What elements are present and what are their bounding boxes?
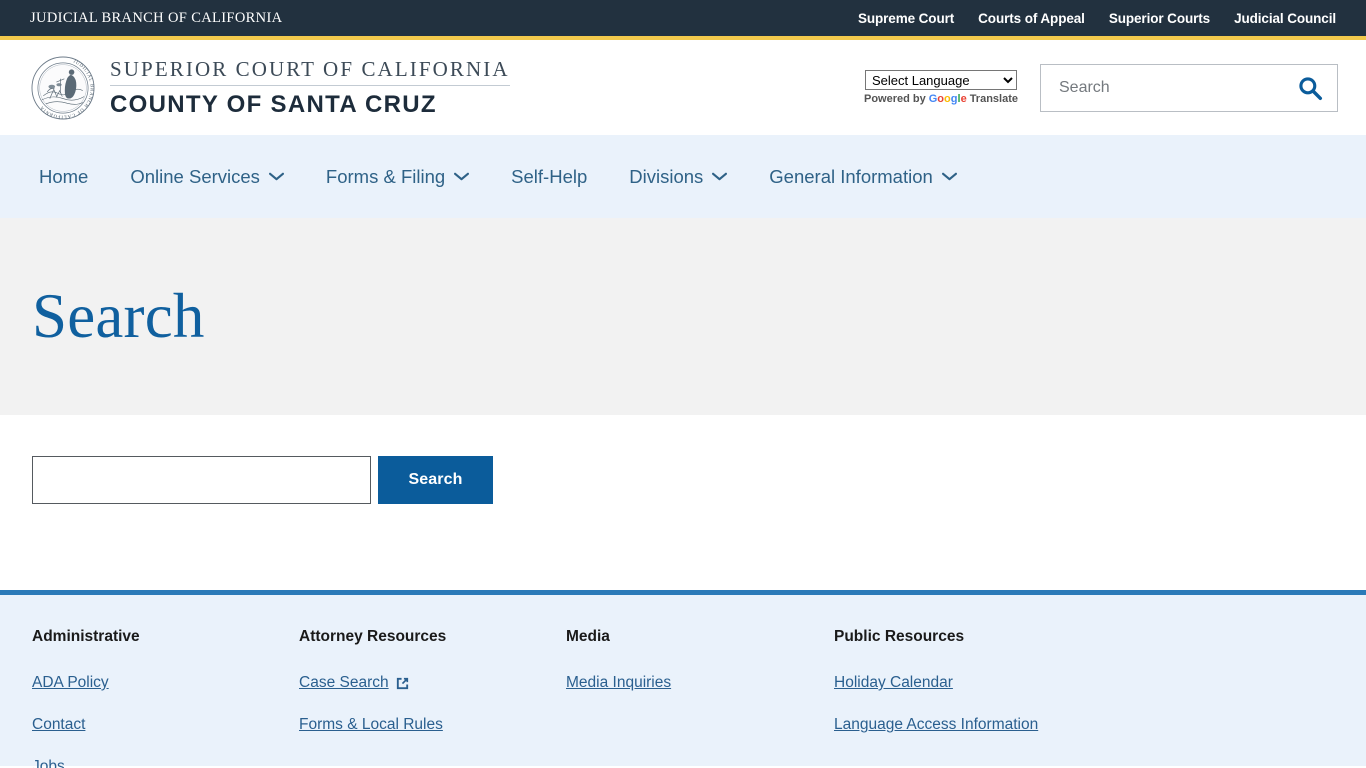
- powered-by-label: Powered by: [863, 93, 926, 105]
- footer-column-attorney-resources: Attorney Resources Case Search Forms & L…: [299, 628, 566, 766]
- powered-by-google-translate: Powered by Google Translate: [864, 93, 1018, 105]
- top-link-superior-courts[interactable]: Superior Courts: [1109, 11, 1210, 26]
- footer-heading-administrative: Administrative: [32, 628, 140, 645]
- footer-column-administrative: Administrative ADA Policy Contact Jobs: [32, 628, 299, 768]
- footer-link-forms-and-local-rules[interactable]: Forms & Local Rules: [299, 716, 443, 734]
- footer-link-holiday-calendar[interactable]: Holiday Calendar: [834, 674, 953, 692]
- main-navigation: Home Online Services Forms & Filing Self…: [0, 135, 1366, 218]
- google-translate-widget: Select Language Powered by Google Transl…: [864, 70, 1018, 105]
- footer-link-row: ADA Policy: [32, 674, 299, 716]
- site-logo-text: SUPERIOR COURT OF CALIFORNIA COUNTY OF S…: [110, 57, 510, 119]
- nav-item-forms-and-filing[interactable]: Forms & Filing: [305, 166, 490, 188]
- external-link-icon: [395, 676, 410, 691]
- nav-label-home: Home: [39, 165, 89, 187]
- footer-link-case-search-label: Case Search: [299, 674, 389, 691]
- chevron-down-icon: [268, 172, 284, 181]
- footer-link-contact[interactable]: Contact: [32, 716, 85, 734]
- footer-heading-attorney-resources: Attorney Resources: [299, 628, 447, 645]
- nav-item-self-help[interactable]: Self-Help: [490, 166, 608, 188]
- footer-link-row: Media Inquiries: [566, 674, 834, 716]
- page-hero: Search: [0, 218, 1366, 415]
- search-submit-button[interactable]: Search: [378, 456, 493, 504]
- footer-link-case-search[interactable]: Case Search: [299, 674, 410, 692]
- chevron-down-icon: [454, 172, 470, 181]
- top-utility-links: Supreme Court Courts of Appeal Superior …: [858, 11, 1336, 26]
- nav-label-divisions: Divisions: [629, 165, 704, 187]
- footer-link-language-access-information[interactable]: Language Access Information: [834, 716, 1038, 734]
- page-title: Search: [32, 281, 205, 351]
- judicial-branch-wordmark: JUDICIAL BRANCH OF CALIFORNIA: [30, 9, 283, 26]
- chevron-down-icon: [941, 172, 957, 181]
- top-link-courts-of-appeal[interactable]: Courts of Appeal: [978, 11, 1085, 26]
- footer-column-public-resources: Public Resources Holiday Calendar Langua…: [834, 628, 1101, 766]
- court-seal-icon: JUDICIAL BRANCH OF CALIFORNIA: [30, 55, 96, 121]
- nav-label-self-help: Self-Help: [511, 165, 588, 187]
- nav-label-forms-and-filing: Forms & Filing: [325, 165, 446, 187]
- nav-item-divisions[interactable]: Divisions: [608, 166, 748, 188]
- logo-county-line: COUNTY OF SANTA CRUZ: [110, 90, 437, 118]
- site-masthead: JUDICIAL BRANCH OF CALIFORNIA SUPERIOR C…: [0, 40, 1366, 135]
- header-search-box[interactable]: [1040, 63, 1338, 112]
- chevron-down-icon: [712, 172, 728, 181]
- search-icon[interactable]: [1297, 75, 1323, 101]
- google-wordmark: Google: [928, 93, 967, 105]
- search-query-input[interactable]: [32, 456, 371, 504]
- nav-label-online-services: Online Services: [130, 165, 260, 187]
- language-select[interactable]: Select Language: [864, 70, 1017, 90]
- site-logo[interactable]: JUDICIAL BRANCH OF CALIFORNIA SUPERIOR C…: [30, 55, 510, 121]
- nav-item-general-information[interactable]: General Information: [748, 166, 978, 188]
- footer-heading-public-resources: Public Resources: [834, 628, 965, 645]
- footer-column-media: Media Media Inquiries: [566, 628, 834, 766]
- footer-heading-media: Media: [566, 628, 610, 645]
- page-content: Search: [0, 415, 1366, 590]
- header-search-input[interactable]: [1057, 64, 1297, 111]
- site-footer: Administrative ADA Policy Contact Jobs A…: [0, 595, 1366, 768]
- footer-link-row: Language Access Information: [834, 716, 1101, 758]
- translate-label: Translate: [969, 93, 1018, 105]
- footer-link-jobs[interactable]: Jobs: [32, 758, 65, 768]
- footer-link-ada-policy[interactable]: ADA Policy: [32, 674, 109, 692]
- footer-link-row: Jobs: [32, 758, 299, 768]
- footer-link-row: Case Search: [299, 674, 566, 716]
- footer-link-row: Holiday Calendar: [834, 674, 1101, 716]
- footer-link-media-inquiries[interactable]: Media Inquiries: [566, 674, 671, 692]
- footer-link-row: Forms & Local Rules: [299, 716, 566, 758]
- site-search-form: Search: [32, 456, 1334, 504]
- footer-link-row: Contact: [32, 716, 299, 758]
- logo-superior-court-line: SUPERIOR COURT OF CALIFORNIA: [110, 57, 510, 86]
- masthead-tools: Select Language Powered by Google Transl…: [864, 40, 1338, 135]
- top-link-supreme-court[interactable]: Supreme Court: [858, 11, 954, 26]
- nav-item-home[interactable]: Home: [30, 166, 109, 188]
- nav-item-online-services[interactable]: Online Services: [109, 166, 305, 188]
- nav-label-general-information: General Information: [769, 165, 933, 187]
- top-link-judicial-council[interactable]: Judicial Council: [1234, 11, 1336, 26]
- top-utility-bar: JUDICIAL BRANCH OF CALIFORNIA Supreme Co…: [0, 0, 1366, 36]
